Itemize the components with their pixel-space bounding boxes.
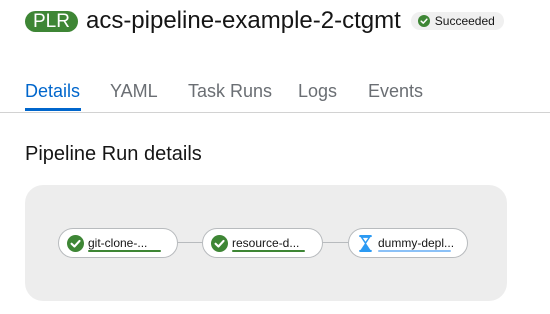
task-label: resource-d... xyxy=(232,236,300,250)
section-title: Pipeline Run details xyxy=(25,143,202,165)
tab-yaml[interactable]: YAML xyxy=(110,80,158,102)
task-label: git-clone-... xyxy=(88,236,148,250)
task-progress-bar xyxy=(88,250,161,252)
task-label: dummy-depl... xyxy=(378,236,455,250)
task-progress-bar xyxy=(232,250,305,252)
page-header: PLR acs-pipeline-example-2-ctgmt Succeed… xyxy=(25,5,504,37)
tab-bar: Details YAML Task Runs Logs Events xyxy=(0,72,550,113)
hourglass-icon xyxy=(359,235,372,252)
task-node-dummy-depl[interactable]: dummy-depl... xyxy=(348,228,468,258)
check-circle-icon xyxy=(67,235,84,252)
connector-line xyxy=(322,242,349,243)
tab-details[interactable]: Details xyxy=(25,80,80,102)
pipeline-topology: git-clone-... resource-d... dummy-depl..… xyxy=(25,185,507,301)
status-badge: Succeeded xyxy=(410,12,504,30)
task-node-git-clone[interactable]: git-clone-... xyxy=(58,228,178,258)
status-text: Succeeded xyxy=(434,14,495,28)
task-progress-bar xyxy=(378,250,451,252)
active-tab-indicator xyxy=(25,108,81,111)
check-circle-icon xyxy=(417,15,430,27)
tab-events[interactable]: Events xyxy=(368,80,423,102)
tab-task-runs[interactable]: Task Runs xyxy=(188,80,272,102)
task-node-resource-d[interactable]: resource-d... xyxy=(202,228,323,258)
connector-line xyxy=(177,242,203,243)
page-title: acs-pipeline-example-2-ctgmt xyxy=(85,7,401,34)
plr-badge: PLR xyxy=(25,10,78,32)
tab-logs[interactable]: Logs xyxy=(298,80,337,102)
check-circle-icon xyxy=(211,235,228,252)
